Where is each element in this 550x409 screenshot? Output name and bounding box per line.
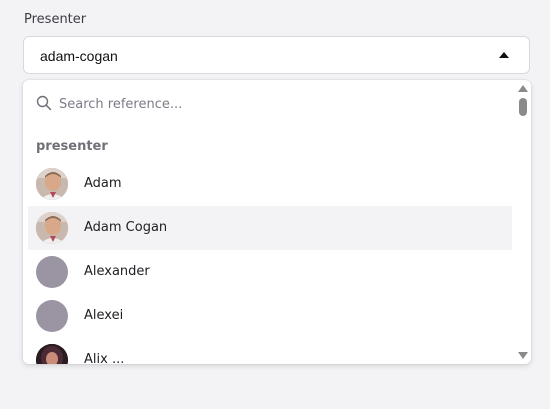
caret-up-icon[interactable]: [499, 52, 509, 58]
options-list: Adam Adam Cogan Alexander Alexei Alix ..…: [28, 162, 512, 364]
select-value: adam-cogan: [40, 48, 118, 64]
search-row: [23, 80, 513, 128]
option-label: Alix ...: [84, 352, 125, 364]
option-adam-cogan[interactable]: Adam Cogan: [28, 206, 512, 250]
option-alix[interactable]: Alix ...: [28, 338, 512, 364]
option-label: Alexei: [84, 308, 124, 323]
avatar: [36, 212, 68, 244]
search-input[interactable]: [59, 92, 499, 116]
search-icon: [36, 95, 52, 111]
scrollbar-thumb[interactable]: [519, 98, 527, 116]
presenter-select[interactable]: adam-cogan: [23, 36, 530, 74]
scroll-up-arrow-icon[interactable]: [518, 85, 528, 92]
avatar-placeholder: [36, 300, 68, 332]
reference-dropdown: presenter Adam: [23, 80, 531, 364]
group-heading: presenter: [36, 139, 108, 154]
option-alexei[interactable]: Alexei: [28, 294, 512, 338]
avatar: [36, 344, 68, 364]
presenter-field-label: Presenter: [24, 12, 87, 27]
scrollbar[interactable]: [515, 80, 531, 364]
option-label: Adam: [84, 176, 122, 191]
option-label: Adam Cogan: [84, 220, 168, 235]
avatar-placeholder: [36, 256, 68, 288]
option-label: Alexander: [84, 264, 150, 279]
avatar: [36, 168, 68, 200]
option-adam[interactable]: Adam: [28, 162, 512, 206]
scroll-down-arrow-icon[interactable]: [518, 352, 528, 359]
option-alexander[interactable]: Alexander: [28, 250, 512, 294]
